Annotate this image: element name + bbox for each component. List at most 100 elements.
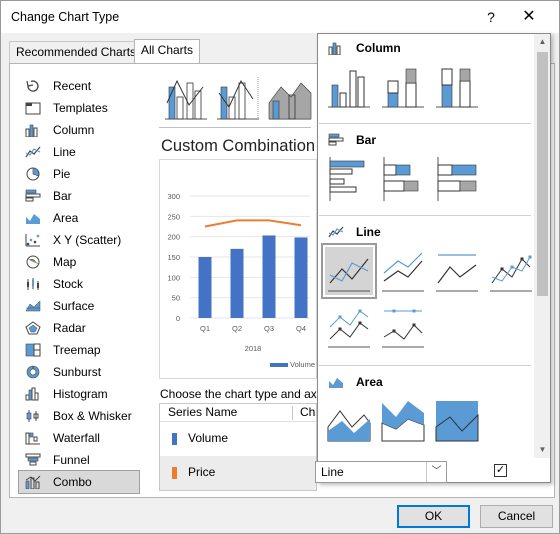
line-with-markers-icon[interactable] — [487, 247, 535, 295]
clustered-bar-icon[interactable] — [325, 155, 373, 203]
chart-type-sunburst[interactable]: Sunburst — [19, 361, 139, 383]
chart-type-treemap[interactable]: Treemap — [19, 339, 139, 361]
histogram-chart-icon — [25, 387, 39, 401]
legend-swatch — [270, 363, 288, 367]
column-chart-icon — [25, 124, 38, 137]
chart-type-label: Templates — [53, 101, 108, 115]
volume-color-swatch — [172, 433, 177, 445]
chevron-down-icon[interactable]: ﹀ — [426, 462, 446, 482]
gallery-group-label: Area — [356, 375, 383, 389]
chart-type-histogram[interactable]: Histogram — [19, 383, 139, 405]
chart-type-label: Area — [53, 211, 79, 225]
gallery-group-label: Bar — [356, 133, 377, 147]
area-icon[interactable] — [325, 397, 373, 445]
title-bar: Change Chart Type ? ✕ — [1, 1, 559, 33]
x-tick-label: Q2 — [232, 324, 242, 333]
gallery-group-label: Line — [356, 225, 381, 239]
chart-type-bar[interactable]: Bar — [19, 185, 139, 207]
header-divider — [292, 406, 293, 420]
combo-subtype-strip — [159, 73, 319, 123]
bar — [294, 237, 308, 318]
cancel-button[interactable]: Cancel — [480, 505, 553, 528]
instruction-text: Choose the chart type and axis — [160, 387, 326, 401]
tab-recommended-charts[interactable]: Recommended Charts — [9, 41, 144, 63]
gallery-scrollbar[interactable]: ▲ ▼ — [534, 34, 550, 458]
price-chart-type-select[interactable]: Line ﹀ — [315, 461, 447, 483]
gallery-group-divider — [319, 123, 531, 124]
treemap-chart-icon — [25, 343, 41, 357]
chart-type-line[interactable]: Line — [19, 141, 139, 163]
series-row-volume: Volume — [160, 422, 316, 456]
chart-type-surface[interactable]: Surface — [19, 295, 139, 317]
chart-type-funnel[interactable]: Funnel — [19, 449, 139, 471]
clustered-column-line-icon[interactable] — [163, 73, 209, 121]
chart-type-waterfall[interactable]: Waterfall — [19, 427, 139, 449]
dialog-title: Change Chart Type — [11, 10, 120, 24]
line-chart-icon — [25, 146, 41, 158]
pie-chart-icon — [26, 167, 40, 181]
line-icon[interactable] — [321, 243, 377, 299]
scroll-up-icon[interactable]: ▲ — [534, 36, 550, 48]
chart-type-combo[interactable]: Combo — [18, 470, 140, 494]
y-tick-label: 0 — [176, 314, 180, 323]
100-stacked-bar-icon[interactable] — [433, 155, 481, 203]
y-tick-label: 100 — [167, 273, 180, 282]
scroll-down-icon[interactable]: ▼ — [534, 444, 550, 456]
help-button[interactable]: ? — [479, 5, 503, 29]
100-stacked-line-with-markers-icon[interactable] — [379, 303, 427, 351]
area-chart-icon — [329, 378, 343, 388]
chart-type-column[interactable]: Column — [19, 119, 139, 141]
chart-type-map[interactable]: Map — [19, 251, 139, 273]
ok-button[interactable]: OK — [397, 505, 470, 528]
stacked-line-with-markers-icon[interactable] — [325, 303, 373, 351]
chart-type-templates[interactable]: Templates — [19, 97, 139, 119]
map-chart-icon — [26, 255, 40, 269]
combo-chart: 0 50 100 150 200 250 300 Q1 Q2 Q3 Q4 2018 Volume — [167, 192, 315, 369]
tab-all-charts[interactable]: All Charts — [134, 39, 201, 64]
close-icon[interactable]: ✕ — [517, 5, 541, 29]
price-chart-type-value: Line — [321, 465, 344, 479]
bar — [198, 257, 212, 318]
bar-chart-icon — [25, 189, 41, 202]
100-stacked-area-icon[interactable] — [433, 397, 481, 445]
100-stacked-column-icon[interactable] — [433, 63, 481, 111]
column-chart-icon — [328, 42, 341, 55]
funnel-chart-icon — [25, 453, 41, 466]
y-tick-label: 200 — [167, 233, 180, 242]
stacked-area-clustered-column-icon[interactable] — [267, 73, 313, 121]
100-stacked-line-icon[interactable] — [433, 247, 481, 295]
stock-chart-icon — [27, 278, 39, 290]
stacked-line-icon[interactable] — [379, 247, 427, 295]
chart-type-x-y-scatter[interactable]: X Y (Scatter) — [19, 229, 139, 251]
chart-type-recent[interactable]: Recent — [19, 75, 139, 97]
chart-type-label: Waterfall — [53, 431, 100, 445]
change-chart-type-dialog: Change Chart Type ? ✕ Recommended Charts… — [0, 0, 560, 534]
stacked-bar-icon[interactable] — [379, 155, 427, 203]
chart-type-label: Treemap — [53, 343, 101, 357]
waterfall-chart-icon — [25, 432, 40, 445]
recent-icon — [26, 80, 39, 92]
chart-type-label: Histogram — [53, 387, 108, 401]
series-name: Price — [188, 465, 216, 479]
chart-type-pie[interactable]: Pie — [19, 163, 139, 185]
series-name-header: Series Name — [168, 405, 238, 419]
clustered-column-line-secondary-axis-icon[interactable] — [215, 73, 261, 121]
bar — [262, 235, 276, 318]
sunburst-chart-icon — [26, 365, 40, 379]
chart-type-radar[interactable]: Radar — [19, 317, 139, 339]
chart-type-stock[interactable]: Stock — [19, 273, 139, 295]
chart-type-label: Bar — [53, 189, 72, 203]
chart-type-box-whisker[interactable]: Box & Whisker — [19, 405, 139, 427]
chart-type-label: Column — [53, 123, 95, 137]
stacked-area-icon[interactable] — [379, 397, 427, 445]
scroll-thumb[interactable] — [537, 52, 548, 296]
line-series — [204, 219, 302, 228]
chart-preview: 0 50 100 150 200 250 300 Q1 Q2 Q3 Q4 2018 Volume — [159, 159, 317, 379]
chart-type-label: Funnel — [53, 453, 90, 467]
chart-type-area[interactable]: Area — [19, 207, 139, 229]
category-group-label: 2018 — [245, 344, 262, 353]
chart-type-label: Combo — [53, 475, 92, 489]
price-secondary-axis-checkbox[interactable]: ✓ — [494, 464, 507, 477]
clustered-column-icon[interactable] — [325, 63, 373, 111]
stacked-column-icon[interactable] — [379, 63, 427, 111]
